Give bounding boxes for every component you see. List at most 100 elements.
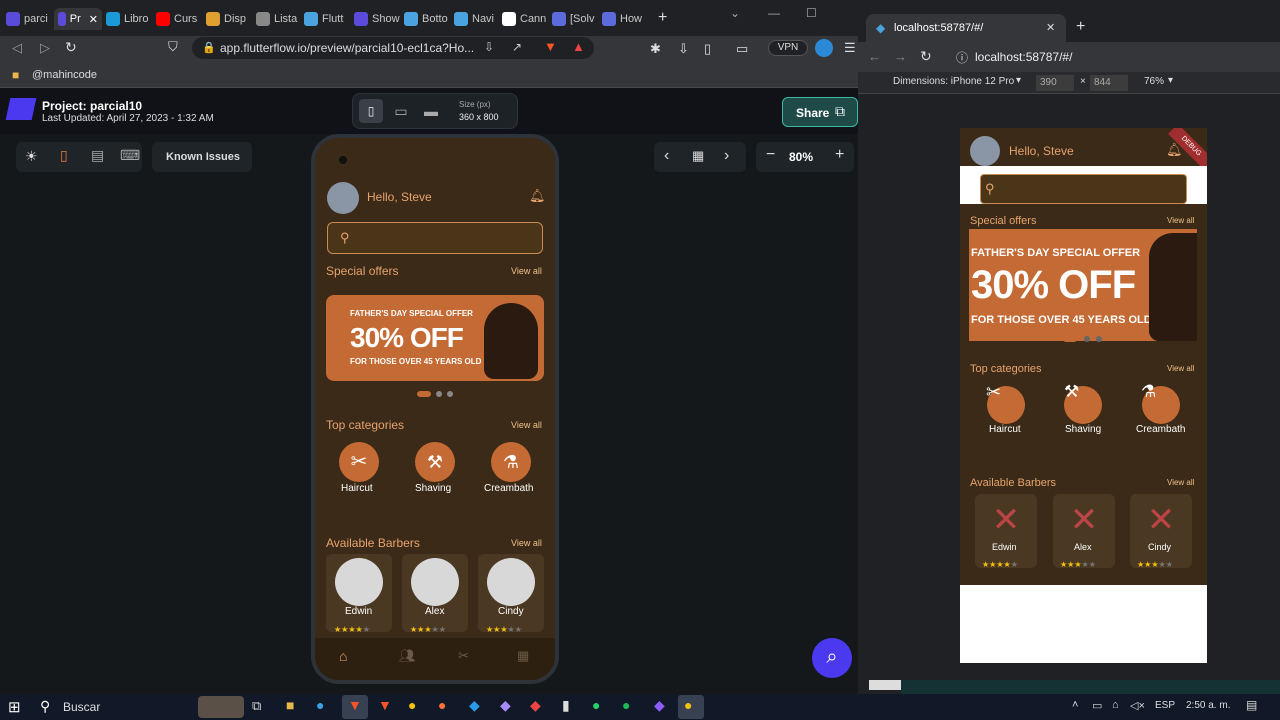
tab[interactable]: [Solv (552, 8, 594, 30)
sidebar-icon[interactable]: ▯ (704, 41, 711, 57)
whatsapp-icon[interactable]: ● (592, 697, 600, 713)
chevron-left-icon[interactable]: ‹ (664, 147, 669, 165)
keyboard-icon[interactable]: ⌨ (120, 147, 140, 164)
install-icon[interactable]: ⇩ (484, 40, 494, 54)
home-icon[interactable]: ⌂ (339, 648, 347, 664)
forward-icon[interactable]: ▷ (40, 40, 50, 56)
clock[interactable]: 2:50 a. m. (1186, 700, 1230, 711)
grid-icon[interactable]: ▦ (692, 148, 704, 164)
avatar[interactable] (327, 182, 359, 214)
dimensions-select[interactable]: Dimensions: iPhone 12 Pro (893, 76, 1014, 87)
sun-icon[interactable]: ☀ (25, 148, 38, 165)
zoom-in-icon[interactable]: + (835, 146, 844, 164)
search-fab[interactable]: ⌕ (812, 638, 852, 678)
volume-icon[interactable]: ◁× (1130, 699, 1145, 712)
battery-icon[interactable]: ▭ (1092, 699, 1102, 712)
maximize-icon[interactable]: ☐ (806, 6, 817, 20)
barber-card[interactable]: Alex ★★★★★ (402, 554, 468, 634)
new-tab-icon[interactable]: + (1076, 18, 1085, 36)
barber-card[interactable]: ✕ Edwin ★★★★★ (975, 494, 1037, 569)
url-text[interactable]: localhost:58787/#/ (975, 50, 1072, 64)
view-all-link[interactable]: View all (1167, 478, 1194, 487)
chrome-icon[interactable]: ● (408, 697, 416, 713)
chevron-right-icon[interactable]: › (724, 147, 729, 165)
url-field[interactable]: 🔒 app.flutterflow.io/preview/parcial10-e… (192, 37, 594, 59)
tablet-icon[interactable]: ▤ (91, 147, 104, 164)
chevron-up-icon[interactable]: ˄ (1072, 699, 1078, 711)
people-icon[interactable]: 👥︎ (399, 648, 416, 664)
barber-card[interactable]: ✕ Cindy ★★★★★ (1130, 494, 1192, 569)
tablet-icon[interactable]: ▭ (389, 99, 413, 123)
tab[interactable]: parci (6, 8, 48, 30)
scissors-icon[interactable]: ✂ (458, 648, 469, 664)
chrome-icon[interactable]: ● (684, 697, 692, 713)
height-input[interactable]: 844 (1090, 75, 1128, 91)
offer-banner[interactable]: FATHER'S DAY SPECIAL OFFER 30% OFF FOR T… (326, 295, 544, 381)
app-icon[interactable]: ◆ (500, 697, 511, 714)
new-tab-icon[interactable]: + (658, 9, 667, 27)
extensions-icon[interactable]: ✱ (650, 41, 661, 57)
back-icon[interactable]: ← (868, 49, 881, 64)
avatar[interactable] (970, 136, 1000, 166)
search-icon[interactable]: ⚲ (40, 698, 50, 715)
razor-icon[interactable]: ⚒ (415, 442, 455, 482)
view-all-link[interactable]: View all (511, 266, 542, 276)
view-all-link[interactable]: View all (511, 538, 542, 548)
tab[interactable]: Curs (156, 8, 197, 30)
carousel-dot-active[interactable] (1063, 336, 1077, 342)
spray-bottle-icon[interactable]: ⚗ (491, 442, 531, 482)
carousel-dot[interactable] (436, 391, 442, 397)
taskbar-search[interactable]: Buscar (63, 700, 100, 714)
share-icon[interactable]: ↗ (512, 40, 522, 54)
app-icon[interactable]: ◆ (654, 697, 665, 714)
firefox-icon[interactable]: ● (438, 697, 446, 713)
view-all-link[interactable]: View all (511, 420, 542, 430)
tab[interactable]: Lista (256, 8, 297, 30)
spotify-icon[interactable]: ● (622, 697, 630, 713)
tab-active[interactable]: ◆ localhost:58787/#/ ✕ (866, 14, 1066, 42)
menu-icon[interactable]: ☰ (844, 40, 856, 56)
profile-icon[interactable] (815, 39, 833, 57)
tab[interactable]: Show (354, 8, 400, 30)
file-explorer-icon[interactable]: ■ (286, 697, 294, 713)
forward-icon[interactable]: → (894, 49, 907, 64)
tab[interactable]: Navi (454, 8, 494, 30)
tab[interactable]: How (602, 8, 642, 30)
zoom-select[interactable]: 76% (1144, 76, 1164, 87)
reload-icon[interactable]: ↻ (920, 48, 932, 65)
app-icon[interactable]: ▮ (562, 697, 570, 714)
close-icon[interactable]: ✕ (89, 13, 98, 26)
tab-active[interactable]: Pr ✕ (54, 8, 102, 30)
close-icon[interactable]: ✕ (1046, 21, 1055, 34)
reload-icon[interactable]: ↻ (65, 39, 77, 56)
vpn-button[interactable]: VPN (768, 40, 808, 56)
task-view-icon[interactable]: ⧉ (252, 698, 261, 714)
search-input[interactable]: ⚲ (980, 174, 1187, 204)
offer-banner[interactable]: FATHER'S DAY SPECIAL OFFER 30% OFF FOR T… (969, 229, 1197, 341)
bell-icon[interactable]: 🔔︎ (529, 188, 546, 204)
carousel-dot[interactable] (1084, 336, 1090, 342)
known-issues-button[interactable]: Known Issues (152, 142, 252, 172)
tab[interactable]: Libro (106, 8, 148, 30)
vscode-icon[interactable]: ◆ (469, 697, 480, 714)
windows-start-icon[interactable]: ⊞ (8, 698, 21, 716)
chevron-down-icon[interactable]: ⌄ (730, 6, 740, 20)
back-icon[interactable]: ◁ (12, 40, 22, 56)
desktop-icon[interactable]: ▬ (419, 99, 443, 123)
brave-shield-icon[interactable]: ▼ (544, 39, 557, 54)
language-indicator[interactable]: ESP (1155, 700, 1175, 711)
brave-icon[interactable]: ▼ (348, 697, 362, 713)
tab[interactable]: Cann (502, 8, 546, 30)
carousel-dot[interactable] (447, 391, 453, 397)
edge-icon[interactable]: ● (316, 697, 324, 713)
barber-card[interactable]: Edwin ★★★★★ (326, 554, 392, 634)
width-input[interactable]: 390 (1036, 75, 1074, 91)
calendar-icon[interactable]: ▦ (517, 648, 529, 664)
bookmark-icon[interactable]: ⛉ (168, 39, 178, 55)
carousel-dot[interactable] (1096, 336, 1102, 342)
tab[interactable]: Disp (206, 8, 246, 30)
share-button[interactable]: Share ⧉ (782, 97, 858, 127)
figma-icon[interactable]: ◆ (530, 697, 541, 714)
downloads-icon[interactable]: ⇩ (678, 41, 689, 57)
minimize-icon[interactable]: — (768, 6, 780, 20)
